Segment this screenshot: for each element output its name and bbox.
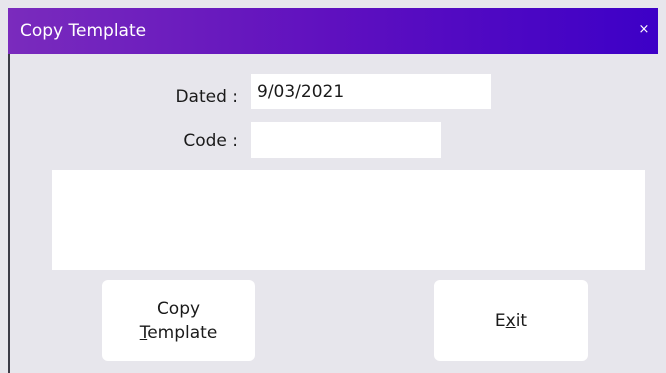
exit-button-pre: E	[494, 310, 506, 331]
window-left-border	[8, 54, 10, 373]
exit-button[interactable]: Exit	[434, 280, 588, 361]
code-label: Code :	[183, 131, 238, 151]
code-field[interactable]	[251, 122, 441, 158]
copy-template-button[interactable]: Copy Template	[102, 280, 255, 361]
copy-template-dialog: Copy Template × Dated : Code : Copy Temp…	[8, 8, 658, 373]
exit-button-rest: it	[515, 310, 528, 331]
copy-button-line2: Template	[102, 321, 255, 345]
notes-textarea[interactable]	[52, 170, 645, 270]
exit-button-label: Exit	[434, 309, 588, 333]
title-bar[interactable]: Copy Template ×	[8, 8, 658, 54]
exit-button-mnemonic: x	[505, 310, 516, 331]
copy-button-line1: Copy	[156, 298, 201, 319]
dated-field[interactable]	[251, 74, 491, 109]
window-title: Copy Template	[20, 21, 147, 41]
dated-label: Dated :	[175, 87, 238, 107]
close-icon[interactable]: ×	[636, 20, 652, 40]
copy-button-rest: emplate	[147, 322, 218, 343]
